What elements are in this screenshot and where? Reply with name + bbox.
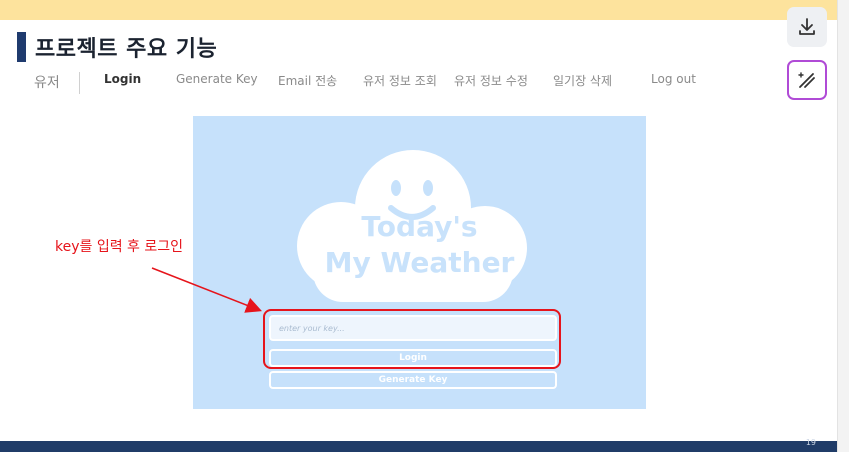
download-button[interactable] xyxy=(787,7,827,47)
presentation-slide: 프로젝트 주요 기능 유저 Login Generate Key Email 전… xyxy=(0,0,838,452)
annotation-arrow-icon xyxy=(151,267,262,313)
download-icon xyxy=(799,18,815,35)
magic-wand-icon xyxy=(798,72,815,88)
magic-edit-button[interactable] xyxy=(787,60,827,100)
footer-bar: 19 xyxy=(0,438,837,452)
page-number: 19 xyxy=(805,438,816,447)
